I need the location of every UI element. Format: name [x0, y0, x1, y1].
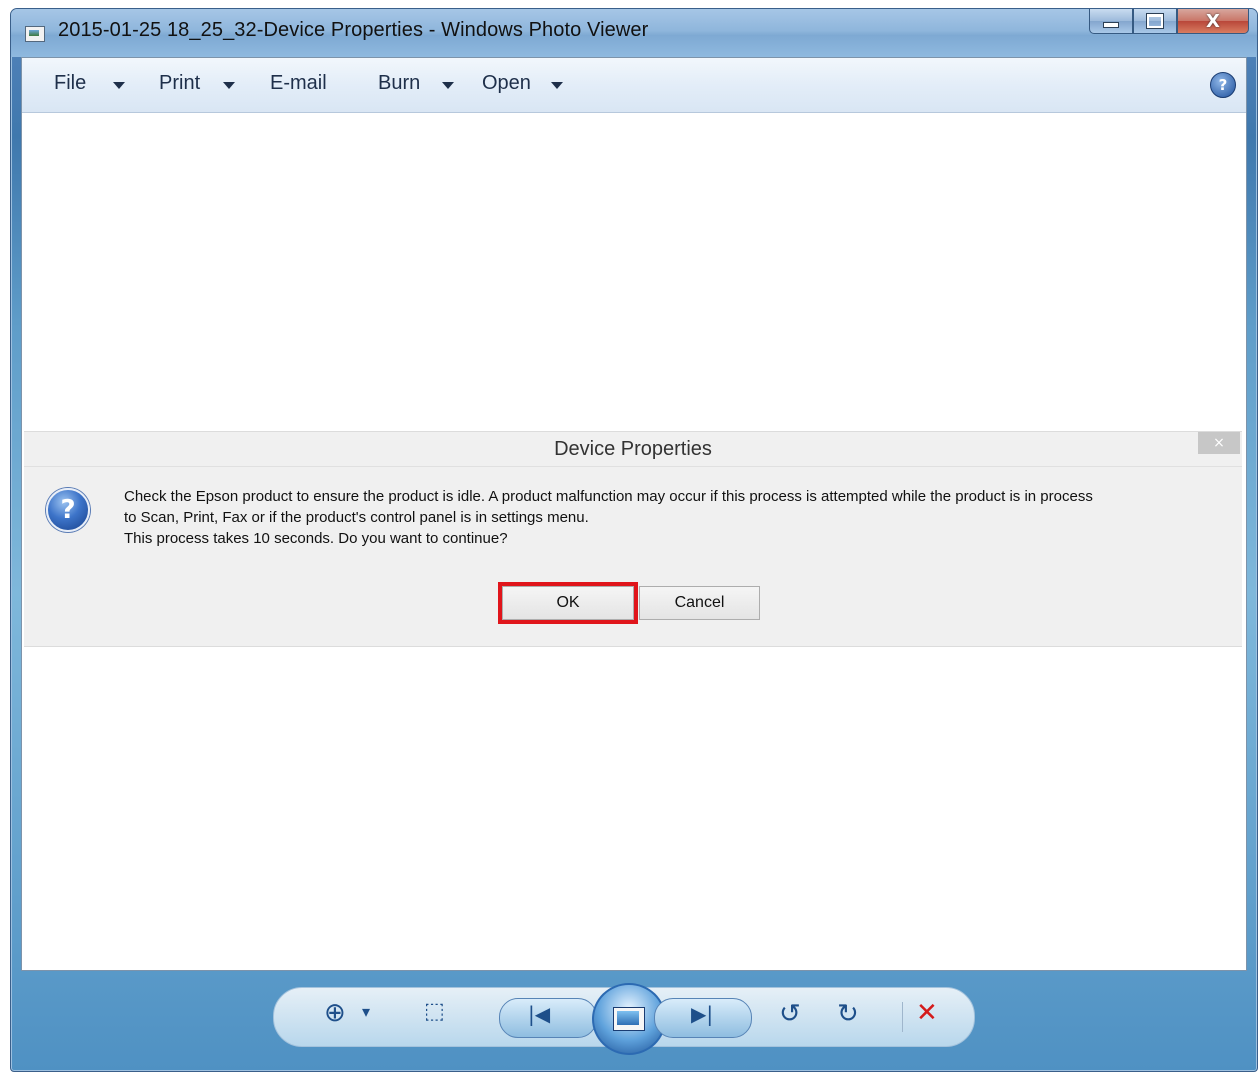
dialog-message-line: This process takes 10 seconds. Do you wa… [124, 530, 508, 547]
caption-buttons: X [1089, 9, 1249, 35]
chevron-down-icon[interactable] [113, 82, 125, 89]
cancel-button[interactable]: Cancel [639, 586, 760, 620]
viewer-toolbar: ⊕ ▾ ⬚ |◀ ▶| ↺ ↻ ✕ [273, 983, 975, 1055]
previous-button[interactable]: |◀ [499, 998, 597, 1038]
zoom-icon[interactable]: ⊕ [324, 998, 346, 1028]
maximize-button[interactable] [1133, 9, 1177, 34]
toolbar-separator [902, 1002, 903, 1032]
photo-viewer-app-icon [25, 26, 45, 42]
help-icon[interactable]: ? [1210, 72, 1236, 98]
chevron-down-icon[interactable] [223, 82, 235, 89]
menu-open[interactable]: Open [482, 72, 531, 95]
minimize-button[interactable] [1089, 9, 1133, 34]
minimize-icon [1103, 22, 1119, 28]
device-properties-dialog: Device Properties × ? Check the Epson pr… [24, 431, 1242, 647]
title-bar[interactable]: 2015-01-25 18_25_32-Device Properties - … [11, 9, 1257, 57]
zoom-dropdown-icon[interactable]: ▾ [362, 1002, 370, 1021]
rotate-clockwise-icon[interactable]: ↻ [837, 999, 859, 1029]
chevron-down-icon[interactable] [551, 82, 563, 89]
menu-print[interactable]: Print [159, 72, 200, 95]
menu-burn[interactable]: Burn [378, 72, 420, 95]
dialog-title: Device Properties [24, 432, 1242, 467]
delete-icon[interactable]: ✕ [916, 998, 938, 1028]
previous-icon: |◀ [528, 1002, 551, 1026]
dialog-close-icon[interactable]: × [1198, 432, 1240, 454]
next-button[interactable]: ▶| [654, 998, 752, 1038]
next-icon: ▶| [691, 1002, 714, 1026]
dialog-message-line: to Scan, Print, Fax or if the product's … [124, 509, 589, 526]
dialog-message-line: Check the Epson product to ensure the pr… [124, 488, 1093, 505]
slideshow-icon [613, 1007, 645, 1031]
window-title: 2015-01-25 18_25_32-Device Properties - … [58, 19, 649, 41]
close-icon: X [1206, 10, 1220, 32]
question-icon: ? [46, 488, 90, 532]
menu-email[interactable]: E-mail [270, 72, 327, 95]
dialog-message: Check the Epson product to ensure the pr… [124, 486, 1224, 549]
maximize-icon [1146, 13, 1164, 29]
chevron-down-icon[interactable] [442, 82, 454, 89]
photo-viewer-window: 2015-01-25 18_25_32-Device Properties - … [10, 8, 1258, 1072]
rotate-counterclockwise-icon[interactable]: ↺ [779, 999, 801, 1029]
menu-bar: File Print E-mail Burn Open ? [22, 58, 1246, 113]
actual-size-icon[interactable]: ⬚ [424, 999, 445, 1024]
ok-button[interactable]: OK [498, 582, 638, 624]
client-area: File Print E-mail Burn Open ? Device Pro… [21, 57, 1247, 971]
menu-file[interactable]: File [54, 72, 86, 95]
close-button[interactable]: X [1177, 9, 1249, 34]
